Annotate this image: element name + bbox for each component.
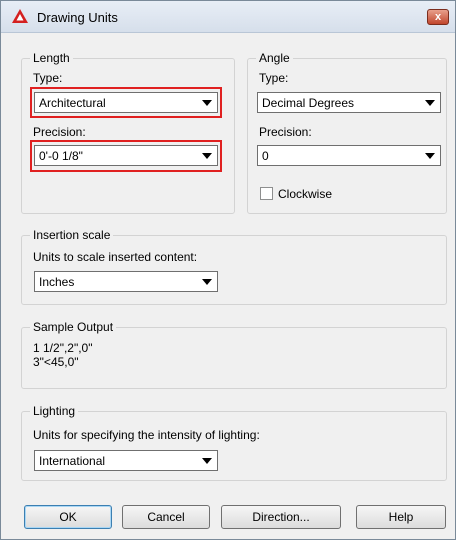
length-group-label: Length: [30, 51, 73, 65]
angle-precision-value: 0: [262, 149, 269, 163]
lighting-units-label: Units for specifying the intensity of li…: [33, 428, 260, 442]
chevron-down-icon: [202, 458, 212, 464]
window-title: Drawing Units: [37, 10, 118, 25]
sample-output-group: Sample Output: [21, 320, 447, 389]
clockwise-checkbox[interactable]: [260, 187, 273, 200]
insertion-scale-group: Insertion scale: [21, 228, 447, 305]
ok-button[interactable]: OK: [24, 505, 112, 529]
lighting-units-select[interactable]: International: [34, 450, 218, 471]
angle-precision-label: Precision:: [259, 125, 312, 139]
drawing-units-dialog: Drawing Units x Length Type: Architectur…: [0, 0, 456, 540]
sample-output-line-1: 1 1/2",2",0": [33, 341, 93, 355]
clockwise-label: Clockwise: [278, 187, 333, 201]
angle-group-label: Angle: [256, 51, 293, 65]
help-button[interactable]: Help: [356, 505, 446, 529]
lighting-group-label: Lighting: [30, 404, 79, 418]
insertion-units-value: Inches: [39, 275, 75, 289]
insertion-units-label: Units to scale inserted content:: [33, 250, 198, 264]
direction-button[interactable]: Direction...: [221, 505, 341, 529]
angle-type-label: Type:: [259, 71, 289, 85]
angle-type-value: Decimal Degrees: [262, 96, 355, 110]
close-icon: x: [434, 11, 442, 23]
sample-output-label: Sample Output: [30, 320, 117, 334]
length-precision-label: Precision:: [33, 125, 86, 139]
chevron-down-icon: [425, 153, 435, 159]
chevron-down-icon: [425, 100, 435, 106]
chevron-down-icon: [202, 279, 212, 285]
length-type-label: Type:: [33, 71, 63, 85]
angle-precision-select[interactable]: 0: [257, 145, 441, 166]
angle-type-select[interactable]: Decimal Degrees: [257, 92, 441, 113]
insertion-scale-label: Insertion scale: [30, 228, 114, 242]
insertion-units-select[interactable]: Inches: [34, 271, 218, 292]
length-precision-highlight: [30, 140, 222, 172]
cancel-button[interactable]: Cancel: [122, 505, 210, 529]
autocad-app-icon: [12, 9, 28, 23]
lighting-units-value: International: [39, 454, 106, 468]
close-button[interactable]: x: [427, 9, 449, 25]
sample-output-line-2: 3"<45,0": [33, 355, 79, 369]
length-type-highlight: [30, 87, 222, 118]
title-bar: Drawing Units x: [1, 1, 455, 33]
